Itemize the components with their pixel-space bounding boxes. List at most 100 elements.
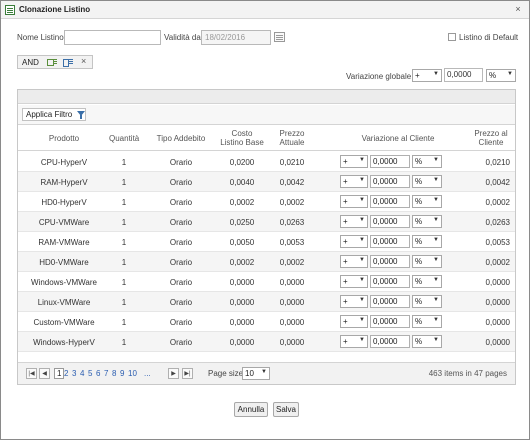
page-number[interactable]: 4 [80, 369, 84, 378]
charge-type-cell: Orario [169, 318, 193, 327]
variation-sign-select[interactable]: + ▼ [340, 235, 368, 248]
variation-sign-select[interactable]: + ▼ [340, 315, 368, 328]
table-row: CPU-VMWare 1 Orario 0,0250 0,0263 + ▼ 0,0000% ▼ 0… [18, 212, 515, 232]
date-field[interactable]: 18/02/2016 [201, 30, 271, 45]
quantity-cell: 1 [121, 338, 127, 347]
column-header-base-cost[interactable]: Costo Listino Base [220, 129, 264, 147]
page-size-value: 10 [245, 369, 254, 378]
charge-type-cell: Orario [169, 298, 193, 307]
client-price-cell: 0,0002 [485, 258, 510, 267]
quantity-cell: 1 [121, 298, 127, 307]
clear-filter-icon[interactable]: × [81, 57, 91, 66]
current-price-cell: 0,0000 [279, 298, 305, 307]
page-number[interactable]: 7 [104, 369, 108, 378]
next-page-button[interactable]: ▶ [168, 368, 179, 379]
page-size-select[interactable]: 10 ▼ [242, 367, 270, 380]
add-filter-icon[interactable] [47, 58, 57, 67]
variation-value-field[interactable]: 0,0000 [370, 155, 410, 168]
variation-sign-select[interactable]: + ▼ [340, 255, 368, 268]
variation-value-field[interactable]: 0,0000 [370, 315, 410, 328]
chevron-down-icon: ▼ [359, 337, 365, 343]
base-cost-cell: 0,0000 [229, 318, 255, 327]
table-row: Custom-VMWare 1 Orario 0,0000 0,0000 + ▼ 0,0000… [18, 312, 515, 332]
variation-unit-select[interactable]: % ▼ [412, 315, 442, 328]
variation-sign-select[interactable]: + ▼ [340, 215, 368, 228]
column-header-product[interactable]: Prodotto [34, 134, 94, 143]
chevron-down-icon: ▼ [433, 197, 439, 203]
calendar-icon[interactable] [274, 32, 285, 42]
variation-sign-select[interactable]: + ▼ [340, 195, 368, 208]
global-unit-select[interactable]: % ▼ [486, 69, 516, 82]
charge-type-cell: Orario [169, 158, 193, 167]
quantity-cell: 1 [121, 218, 127, 227]
page-number[interactable]: 2 [64, 369, 68, 378]
variation-value-field[interactable]: 0,0000 [370, 195, 410, 208]
column-header-quantity[interactable]: Quantità [109, 134, 139, 143]
cancel-button[interactable]: Annulla [234, 402, 268, 417]
and-operator[interactable]: AND [22, 58, 39, 67]
page-number[interactable]: 9 [120, 369, 124, 378]
apply-filter-button[interactable]: Applica Filtro [22, 108, 86, 121]
current-price-cell: 0,0000 [279, 338, 305, 347]
page-number[interactable]: 5 [88, 369, 92, 378]
page-number[interactable]: 8 [112, 369, 116, 378]
chevron-down-icon: ▼ [433, 337, 439, 343]
variation-value-field[interactable]: 0,0000 [370, 295, 410, 308]
variation-unit-select[interactable]: % ▼ [412, 255, 442, 268]
variation-value-field[interactable]: 0,0000 [370, 235, 410, 248]
variation-unit-select[interactable]: % ▼ [412, 175, 442, 188]
page-number[interactable]: 3 [72, 369, 76, 378]
variation-unit-select[interactable]: % ▼ [412, 195, 442, 208]
variation-unit-select[interactable]: % ▼ [412, 235, 442, 248]
global-sign-value: + [415, 71, 420, 80]
variation-sign-select[interactable]: + ▼ [340, 295, 368, 308]
close-icon[interactable]: × [512, 3, 524, 15]
add-group-icon[interactable] [63, 58, 73, 67]
global-value-field[interactable]: 0,0000 [444, 68, 483, 82]
default-checkbox[interactable] [448, 33, 456, 41]
variation-value-field[interactable]: 0,0000 [370, 275, 410, 288]
quantity-cell: 1 [121, 238, 127, 247]
prev-page-button[interactable]: ◀ [39, 368, 50, 379]
base-cost-cell: 0,0250 [229, 218, 255, 227]
variation-unit-select[interactable]: % ▼ [412, 275, 442, 288]
variation-value-field[interactable]: 0,0000 [370, 175, 410, 188]
client-price-cell: 0,0002 [485, 198, 510, 207]
variation-sign-select[interactable]: + ▼ [340, 175, 368, 188]
variation-value-field[interactable]: 0,0000 [370, 215, 410, 228]
page-number[interactable]: 10 [128, 369, 137, 378]
variation-value-field[interactable]: 0,0000 [370, 335, 410, 348]
variation-unit-select[interactable]: % ▼ [412, 215, 442, 228]
variation-sign-select[interactable]: + ▼ [340, 275, 368, 288]
window-title: Clonazione Listino [19, 5, 91, 14]
variation-unit-select[interactable]: % ▼ [412, 335, 442, 348]
global-variation-label: Variazione globale [346, 72, 412, 81]
variation-value-field[interactable]: 0,0000 [370, 255, 410, 268]
page-number[interactable]: 1 [54, 368, 65, 379]
global-sign-select[interactable]: + ▼ [412, 69, 442, 82]
variation-unit-value: % [415, 337, 423, 346]
chevron-down-icon: ▼ [359, 257, 365, 263]
variation-sign-value: + [343, 217, 348, 226]
variation-sign-value: + [343, 297, 348, 306]
column-header-current-price[interactable]: Prezzo Attuale [272, 129, 312, 147]
page-number[interactable]: 6 [96, 369, 100, 378]
variation-unit-select[interactable]: % ▼ [412, 295, 442, 308]
product-cell: CPU-HyperV [40, 158, 88, 167]
name-field[interactable] [64, 30, 161, 45]
client-price-cell: 0,0000 [485, 338, 510, 347]
save-button[interactable]: Salva [273, 402, 299, 417]
column-header-client-price[interactable]: Prezzo al Cliente [471, 129, 511, 147]
first-page-button[interactable]: |◀ [26, 368, 37, 379]
client-price-cell: 0,0000 [485, 278, 510, 287]
variation-unit-select[interactable]: % ▼ [412, 155, 442, 168]
column-header-charge-type[interactable]: Tipo Addebito [151, 134, 211, 143]
column-header-client-variation[interactable]: Variazione al Cliente [348, 134, 448, 143]
product-cell: Linux-VMWare [37, 298, 91, 307]
variation-sign-select[interactable]: + ▼ [340, 155, 368, 168]
chevron-down-icon: ▼ [359, 237, 365, 243]
page-number[interactable]: ... [144, 369, 151, 378]
quantity-cell: 1 [121, 198, 127, 207]
last-page-button[interactable]: ▶| [182, 368, 193, 379]
variation-sign-select[interactable]: + ▼ [340, 335, 368, 348]
